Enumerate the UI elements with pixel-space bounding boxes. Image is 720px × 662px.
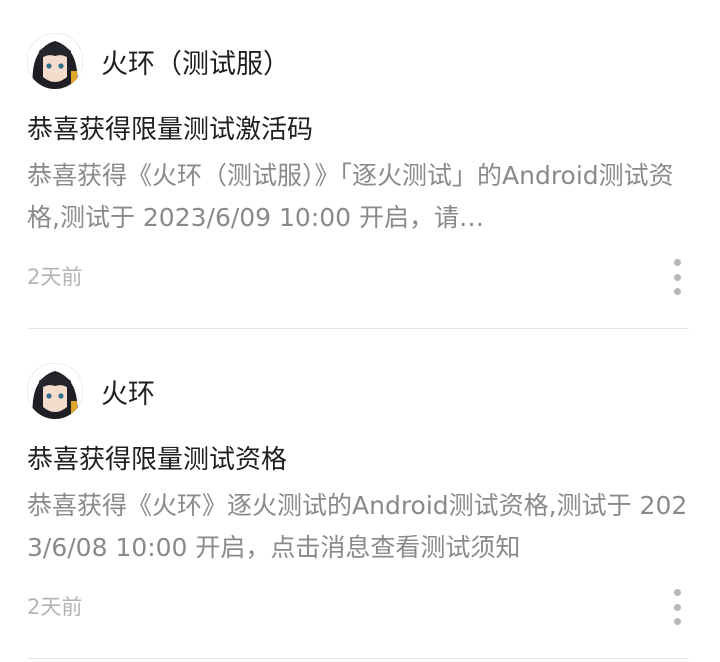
more-dot <box>673 259 681 266</box>
message-title: 恭喜获得限量测试激活码 <box>27 115 314 145</box>
more-dot <box>673 589 681 596</box>
message-card[interactable]: 火环（测试服） 恭喜获得限量测试激活码 恭喜获得《火环（测试服）》「逐火测试」的… <box>0 0 720 330</box>
more-vertical-icon[interactable] <box>664 259 690 295</box>
message-title: 恭喜获得限量测试资格 <box>27 445 288 475</box>
more-vertical-icon[interactable] <box>664 589 690 625</box>
message-timestamp: 2天前 <box>27 595 83 619</box>
character-avatar-icon[interactable] <box>27 363 83 419</box>
message-body: 恭喜获得《火环（测试服）》「逐火测试」的Android测试资格,测试于 2023… <box>27 161 674 232</box>
message-timestamp: 2天前 <box>27 265 83 289</box>
avatar-image <box>27 33 83 89</box>
message-source-name: 火环（测试服） <box>101 48 290 80</box>
message-card[interactable]: 火环 恭喜获得限量测试资格 恭喜获得《火环》逐火测试的Android测试资格,测… <box>0 330 720 660</box>
message-list: 火环（测试服） 恭喜获得限量测试激活码 恭喜获得《火环（测试服）》「逐火测试」的… <box>0 0 720 660</box>
divider <box>27 328 689 329</box>
more-dot <box>673 288 681 295</box>
avatar-image <box>27 363 83 419</box>
message-source-name: 火环 <box>101 378 155 410</box>
message-body: 恭喜获得《火环》逐火测试的Android测试资格,测试于 2023/6/08 1… <box>27 491 688 562</box>
message-header: 火环 <box>27 363 155 419</box>
more-dot <box>673 603 681 611</box>
more-dot <box>673 618 681 625</box>
message-header: 火环（测试服） <box>27 33 290 89</box>
character-avatar-icon[interactable] <box>27 33 83 89</box>
divider <box>27 658 689 659</box>
more-dot <box>673 273 681 281</box>
